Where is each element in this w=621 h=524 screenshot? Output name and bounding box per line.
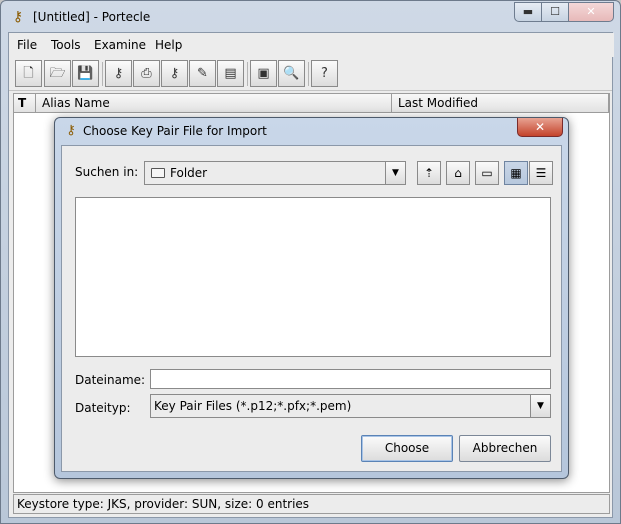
up-folder-icon: ⇡ [423, 166, 435, 180]
look-in-value: Folder [151, 166, 207, 180]
look-in-label: Suchen in: [75, 165, 139, 179]
home-folder-button[interactable]: ⌂ [446, 161, 470, 185]
folder-icon [151, 168, 165, 178]
toolbar-separator [308, 62, 309, 86]
alias-name-column-header[interactable]: Alias Name [36, 94, 392, 113]
close-button[interactable]: ✕ [568, 2, 614, 22]
dialog-close-button[interactable]: ✕ [517, 118, 563, 137]
import-certificate-icon: ⎙ [141, 66, 152, 81]
new-folder-button[interactable]: ▭ [475, 161, 499, 185]
examine-certificate-button[interactable]: ▣ [250, 60, 277, 87]
examine-certificate-icon: ▣ [257, 66, 270, 81]
open-keystore-button[interactable]: 🗁 [44, 60, 71, 87]
file-chooser-panel: Suchen in: Folder ▼ ⇡ ⌂ ▭ ▦ ☰ Dateiname:… [61, 145, 562, 472]
generate-keypair-icon: ⚷ [113, 66, 124, 81]
menu-file[interactable]: File [17, 38, 37, 52]
toolbar-separator [247, 62, 248, 86]
set-password-icon: ✎ [197, 66, 208, 81]
home-folder-icon: ⌂ [454, 166, 462, 180]
look-in-combo[interactable]: Folder ▼ [144, 161, 406, 185]
choose-button[interactable]: Choose [361, 435, 453, 462]
generate-keypair-button[interactable]: ⚷ [105, 60, 132, 87]
list-view-button[interactable]: ▦ [504, 161, 528, 185]
look-in-folder-name: Folder [170, 166, 208, 180]
menu-help[interactable]: Help [155, 38, 182, 52]
up-folder-button[interactable]: ⇡ [417, 161, 441, 185]
help-icon: ? [321, 66, 328, 81]
dialog-title: Choose Key Pair File for Import [83, 124, 267, 138]
filetype-combo[interactable]: Key Pair Files (*.p12;*.pfx;*.pem) ▼ [150, 394, 551, 418]
menu-tools[interactable]: Tools [51, 38, 81, 52]
save-keystore-button[interactable]: 💾 [72, 60, 99, 87]
title-bar[interactable]: ⚷ [Untitled] - Portecle ▬ ☐ ✕ [1, 1, 620, 33]
new-keystore-button[interactable]: 🗋 [15, 60, 42, 87]
toolbar: 🗋 🗁 💾 ⚷ ⎙ ⚷ ✎ ▤ ▣ 🔍 ? [9, 57, 612, 91]
keystore-report-button[interactable]: ▤ [217, 60, 244, 87]
chevron-down-icon[interactable]: ▼ [385, 162, 405, 184]
file-list[interactable] [75, 197, 551, 357]
menu-examine[interactable]: Examine [94, 38, 146, 52]
import-keypair-dialog: ⚷ Choose Key Pair File for Import ✕ Such… [54, 117, 569, 479]
filename-label: Dateiname: [75, 373, 146, 387]
open-keystore-icon: 🗁 [49, 66, 66, 81]
new-keystore-icon: 🗋 [23, 66, 34, 81]
details-view-button[interactable]: ☰ [529, 161, 553, 185]
chevron-down-icon[interactable]: ▼ [530, 395, 550, 417]
details-view-icon: ☰ [535, 166, 547, 180]
status-bar: Keystore type: JKS, provider: SUN, size:… [13, 494, 610, 514]
toolbar-separator [102, 62, 103, 86]
import-keypair-icon: ⚷ [169, 66, 180, 81]
list-view-icon: ▦ [510, 166, 522, 180]
minimize-button[interactable]: ▬ [514, 2, 542, 22]
filename-field[interactable] [150, 369, 551, 389]
portecle-keys-icon: ⚷ [12, 9, 24, 25]
set-password-button[interactable]: ✎ [189, 60, 216, 87]
keystore-report-icon: ▤ [224, 66, 237, 81]
last-modified-column-header[interactable]: Last Modified [392, 94, 609, 113]
entry-type-icon: T [18, 96, 27, 110]
new-folder-icon: ▭ [481, 166, 493, 180]
caption-buttons: ▬ ☐ ✕ [514, 2, 614, 22]
portecle-keys-icon: ⚷ [66, 123, 76, 138]
help-button[interactable]: ? [311, 60, 338, 87]
filetype-label: Dateityp: [75, 401, 131, 415]
save-keystore-icon: 💾 [77, 66, 94, 81]
examine-ssl-icon: 🔍 [283, 66, 300, 81]
cancel-button[interactable]: Abbrechen [459, 435, 551, 462]
maximize-button[interactable]: ☐ [541, 2, 569, 22]
entry-type-column-header[interactable]: T [14, 94, 36, 113]
menu-bar: File Tools Examine Help [9, 33, 614, 57]
import-certificate-button[interactable]: ⎙ [133, 60, 160, 87]
import-keypair-button[interactable]: ⚷ [161, 60, 188, 87]
filetype-value: Key Pair Files (*.p12;*.pfx;*.pem) [154, 399, 352, 413]
close-icon: ✕ [534, 120, 546, 134]
window-title: [Untitled] - Portecle [33, 10, 151, 24]
examine-ssl-button[interactable]: 🔍 [278, 60, 305, 87]
